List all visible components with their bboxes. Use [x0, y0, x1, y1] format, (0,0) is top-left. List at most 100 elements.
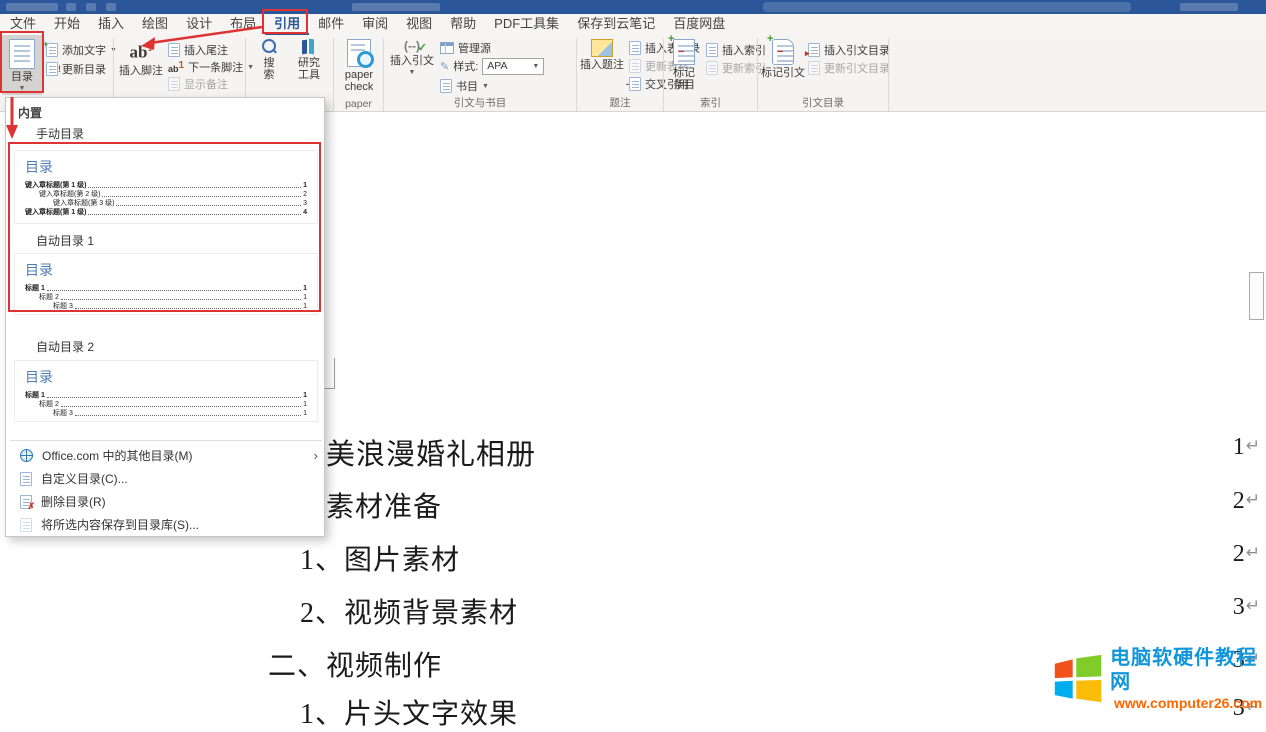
toc-icon [9, 39, 35, 69]
group-paper: papercheck paper [334, 35, 383, 112]
toc-line[interactable]: 1、片头文字效果 [300, 692, 518, 732]
toc-line[interactable]: 二、视频制作 [268, 644, 442, 684]
manage-sources-button[interactable]: 管理源 [440, 40, 491, 56]
menu-item-remove-toc[interactable]: ✗ 删除目录(R) [6, 490, 326, 513]
search-box[interactable] [763, 2, 1131, 12]
toc-line-text: 素材准备 [326, 492, 442, 523]
group-index: + − 标记条目 插入索引 更新索引 索引 [664, 35, 757, 112]
group-label-paper: paper [334, 98, 383, 110]
tab-save-cloud-note[interactable]: 保存到云笔记 [568, 14, 664, 35]
manage-sources-icon [440, 42, 454, 54]
tab-design[interactable]: 设计 [177, 14, 221, 35]
add-text-button[interactable]: + 添加文字 ▼ [46, 42, 117, 58]
style-row: ✎ 样式: APA ▼ [440, 58, 544, 74]
tab-file[interactable]: 文件 [1, 14, 45, 35]
toc-line[interactable]: 2、视频背景素材 [300, 591, 518, 631]
insert-caption-button[interactable]: 插入题注 [579, 35, 625, 97]
tab-pdf-tools[interactable]: PDF工具集 [485, 14, 568, 35]
toc-preview-title: 目录 [25, 260, 307, 280]
menu-item-save-selection-to-gallery: 将所选内容保存到目录库(S)... [6, 513, 326, 536]
ribbon-tab-row: 文件 开始 插入 绘图 设计 布局 引用 邮件 审阅 视图 帮助 PDF工具集 … [0, 14, 1266, 35]
toc-line[interactable]: 美浪漫婚礼相册 [326, 431, 536, 473]
smart-search-button[interactable]: 搜索 [252, 35, 286, 97]
insert-citation-button[interactable]: (--)✓ 插入引文 ▼ [390, 35, 434, 97]
gallery-item-auto-toc-2[interactable]: 目录 标题 11 标题 21 标题 31 [14, 360, 318, 422]
tab-references[interactable]: 引用 [265, 14, 309, 35]
insert-citation-label: 插入引文 [390, 55, 434, 67]
chevron-down-icon: ▼ [409, 69, 416, 76]
toc-page-number: 2↵ [1150, 488, 1260, 515]
style-label: 样式: [453, 58, 478, 74]
undo-icon[interactable] [86, 3, 96, 11]
add-text-label: 添加文字 [62, 42, 106, 58]
research-tool-label: 研究工具 [296, 57, 322, 81]
toc-line-text: 二、视频制作 [268, 651, 442, 682]
group-label-citations: 引文与书目 [384, 95, 576, 110]
watermark-site-name: 电脑软硬件教程网 [1110, 646, 1266, 694]
tab-review[interactable]: 审阅 [353, 14, 397, 35]
tab-view[interactable]: 视图 [397, 14, 441, 35]
group-toa: + − 标记引文 ▸ 插入引文目录 更新引文目录 引文目录 [758, 35, 888, 112]
return-mark: ↵ [1246, 541, 1260, 565]
group-label-captions: 题注 [577, 95, 663, 110]
gallery-item-manual-toc[interactable]: 目录 键入章标题(第 1 级)1 键入章标题(第 2 级)2 键入章标题(第 3… [14, 150, 318, 224]
menu-item-custom-toc[interactable]: 自定义目录(C)... [6, 467, 326, 490]
research-tool-button[interactable]: 研究工具 [292, 35, 326, 97]
menu-item-label: 将所选内容保存到目录库(S)... [41, 516, 199, 533]
tab-home[interactable]: 开始 [45, 14, 89, 35]
toc-line[interactable]: 1、图片素材 [300, 538, 460, 578]
insert-citation-icon: (--)✓ [404, 39, 420, 53]
redo-icon[interactable] [106, 3, 116, 11]
update-toa-icon [808, 61, 820, 75]
show-notes-label: 显示备注 [184, 76, 228, 92]
insert-caption-label: 插入题注 [580, 59, 624, 71]
group-citations: (--)✓ 插入引文 ▼ 管理源 ✎ 样式: APA ▼ 书目 ▼ 引文与书目 [384, 35, 576, 112]
tab-layout[interactable]: 布局 [221, 14, 265, 35]
books-icon [300, 39, 318, 55]
mark-citation-button[interactable]: + − 标记引文 [760, 35, 806, 97]
watermark-site-url: www.computer26.com [1110, 694, 1266, 712]
tab-mailings[interactable]: 邮件 [309, 14, 353, 35]
next-footnote-label: 下一条脚注 [188, 59, 243, 75]
tab-help[interactable]: 帮助 [441, 14, 485, 35]
insert-index-icon [706, 43, 718, 57]
group-captions: 插入题注 插入表目录 更新表格 - 交叉引用 题注 [577, 35, 663, 112]
gallery-item-auto-toc-1[interactable]: 目录 标题 11 标题 21 标题 31 [14, 253, 318, 315]
menu-item-label: Office.com 中的其他目录(M) [42, 447, 192, 464]
next-footnote-button[interactable]: ab1 下一条脚注 ▼ [168, 59, 254, 75]
update-table-icon [629, 59, 641, 73]
toc-button[interactable]: 目录 ▼ [2, 35, 42, 95]
bibliography-button[interactable]: 书目 ▼ [440, 78, 489, 94]
autosave-toggle[interactable] [6, 3, 58, 11]
update-toc-button[interactable]: ! 更新目录 [46, 61, 106, 77]
tab-draw[interactable]: 绘图 [133, 14, 177, 35]
style-select[interactable]: APA ▼ [482, 58, 544, 75]
toc-page-number: 1↵ [1150, 434, 1260, 461]
insert-endnote-icon [168, 43, 180, 57]
return-mark: ↵ [1246, 594, 1260, 618]
mark-entry-button[interactable]: + − 标记条目 [666, 35, 702, 97]
tab-baidu-pan[interactable]: 百度网盘 [664, 14, 734, 35]
add-text-icon: + [46, 43, 58, 57]
insert-footnote-button[interactable]: ab1 插入脚注 [118, 35, 164, 95]
update-toc-icon: ! [46, 62, 58, 76]
menu-item-more-toc-from-office[interactable]: Office.com 中的其他目录(M) › [6, 444, 326, 467]
search-icon [261, 39, 277, 55]
toc-button-label: 目录 [11, 71, 33, 83]
bibliography-icon [440, 79, 452, 93]
toc-line-text: 1、片头文字效果 [300, 699, 518, 730]
toc-line[interactable]: 素材准备 [326, 485, 442, 525]
insert-toa-button[interactable]: ▸ 插入引文目录 [808, 42, 890, 58]
insert-endnote-button[interactable]: 插入尾注 [168, 42, 228, 58]
insert-toa-icon: ▸ [808, 43, 820, 57]
toc-page-number: 2↵ [1150, 541, 1260, 568]
mark-entry-icon: + − [673, 39, 695, 65]
vertical-scrollbar-thumb[interactable] [1249, 272, 1264, 320]
auto-toc-2-label: 自动目录 2 [36, 338, 94, 355]
menu-item-label: 删除目录(R) [41, 493, 106, 510]
tab-insert[interactable]: 插入 [89, 14, 133, 35]
account-area[interactable] [1180, 3, 1238, 11]
paper-check-button[interactable]: papercheck [338, 35, 380, 97]
save-icon[interactable] [66, 3, 76, 11]
show-notes-button: 显示备注 [168, 76, 228, 92]
